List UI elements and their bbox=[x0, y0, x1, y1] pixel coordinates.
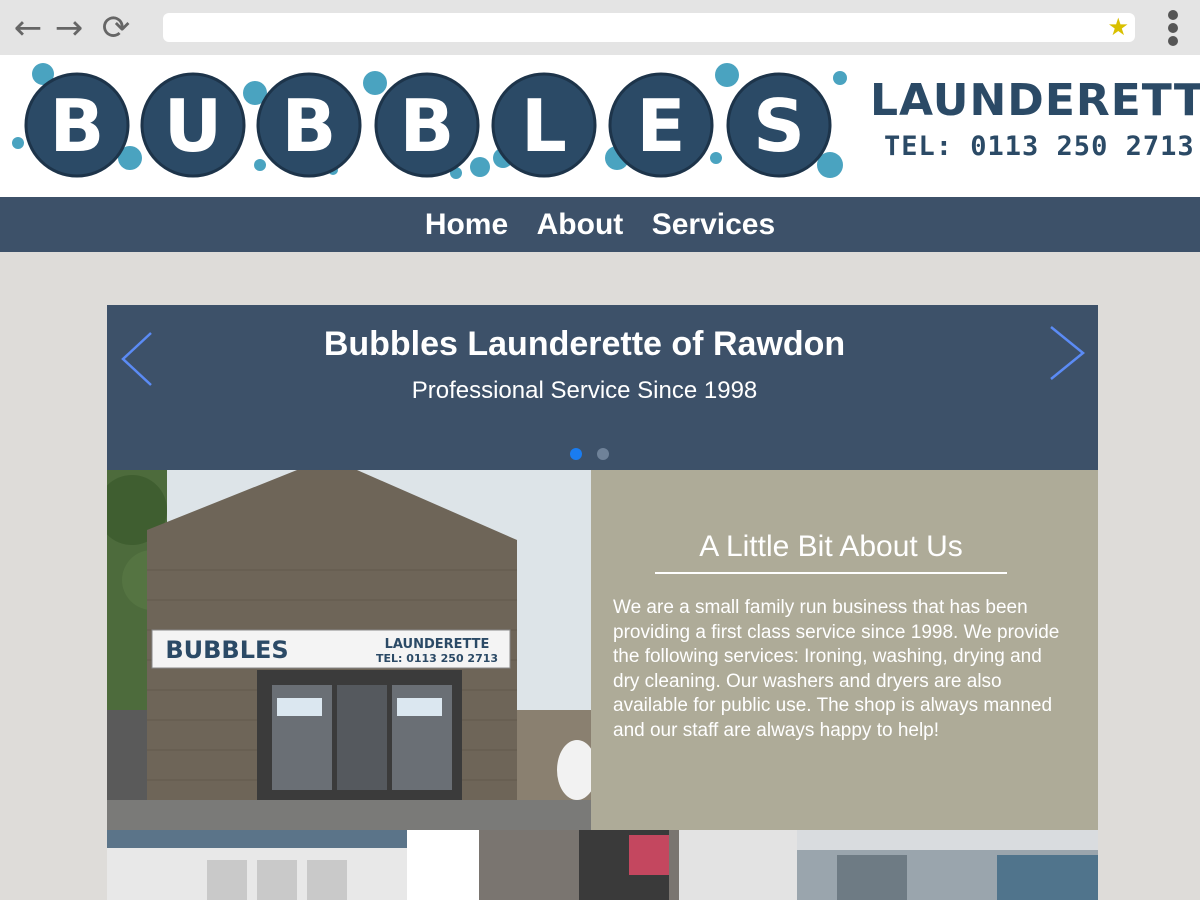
nav-item-home[interactable]: Home bbox=[425, 197, 508, 252]
gallery-strip bbox=[107, 830, 1098, 900]
logo-letter: B bbox=[282, 84, 337, 168]
slider-dot-1[interactable] bbox=[570, 448, 582, 460]
browser-toolbar: ← → ⟳ ★ bbox=[0, 0, 1200, 55]
chevron-right-icon[interactable] bbox=[1047, 325, 1087, 385]
about-heading: A Little Bit About Us bbox=[655, 530, 1007, 574]
logo-letter: L bbox=[521, 84, 567, 168]
gallery-image bbox=[479, 830, 797, 900]
reload-icon[interactable]: ⟳ bbox=[98, 8, 134, 48]
hero-slider: Bubbles Launderette of Rawdon Profession… bbox=[107, 305, 1098, 470]
site-header: B U B B L E S LAUNDERETTE TEL: 0113 250 … bbox=[0, 55, 1200, 197]
sign-logo-text: BUBBLES bbox=[165, 636, 288, 664]
main-nav: Home About Services bbox=[0, 197, 1200, 252]
about-panel: A Little Bit About Us We are a small fam… bbox=[591, 470, 1098, 830]
logo-letter: B bbox=[400, 84, 455, 168]
back-arrow-icon[interactable]: ← bbox=[10, 8, 46, 48]
slide-subtitle: Professional Service Since 1998 bbox=[411, 377, 758, 404]
sign-phone-text: TEL: 0113 250 2713 bbox=[376, 652, 498, 665]
slide-title: Bubbles Launderette of Rawdon bbox=[323, 325, 846, 363]
content-row: BUBBLES LAUNDERETTE TEL: 0113 250 2713 A… bbox=[107, 470, 1098, 830]
bubbles-logo[interactable]: B U B B L E S bbox=[0, 55, 860, 197]
nav-item-about[interactable]: About bbox=[537, 197, 624, 252]
nav-item-services[interactable]: Services bbox=[652, 197, 775, 252]
logo-letter: E bbox=[636, 84, 685, 168]
slider-dot-2[interactable] bbox=[597, 448, 609, 460]
brand-word: LAUNDERETTE bbox=[870, 75, 1200, 126]
gallery-image bbox=[797, 830, 1098, 900]
forward-arrow-icon[interactable]: → bbox=[51, 8, 87, 48]
about-text: We are a small family run business that … bbox=[613, 597, 1060, 741]
logo-letter: U bbox=[164, 84, 222, 168]
address-bar[interactable]: ★ bbox=[163, 13, 1135, 42]
phone-number: TEL: 0113 250 2713 bbox=[884, 131, 1195, 162]
star-icon[interactable]: ★ bbox=[1107, 14, 1129, 41]
kebab-menu-icon[interactable] bbox=[1166, 10, 1180, 46]
logo-letter: S bbox=[753, 84, 805, 168]
slider-dots bbox=[570, 447, 624, 465]
gallery-image bbox=[107, 830, 479, 900]
sign-brand-text: LAUNDERETTE bbox=[385, 637, 490, 652]
shopfront-photo: BUBBLES LAUNDERETTE TEL: 0113 250 2713 bbox=[107, 470, 591, 830]
logo-letter: B bbox=[50, 84, 105, 168]
